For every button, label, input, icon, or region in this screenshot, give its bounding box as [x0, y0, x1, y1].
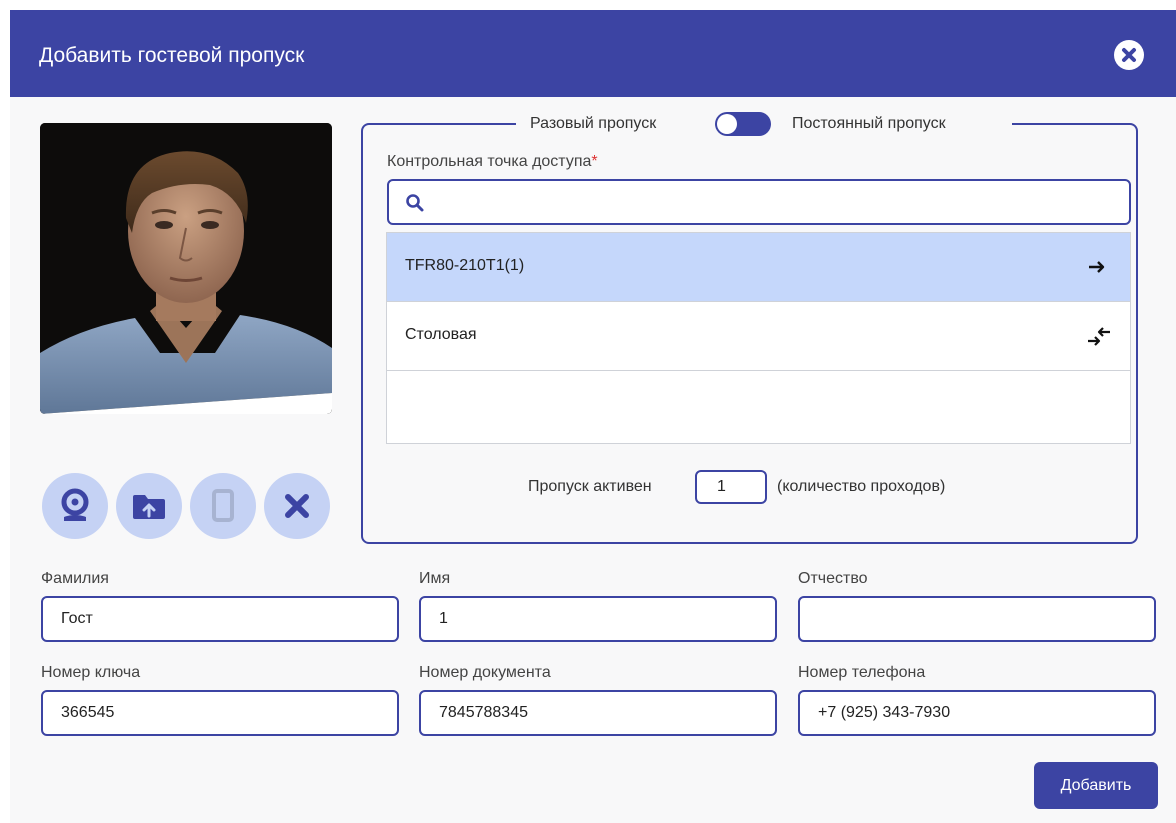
- list-item-stolovaya[interactable]: Столовая: [387, 302, 1130, 371]
- list-item-tfr80[interactable]: TFR80-210T1(1): [387, 233, 1130, 302]
- required-mark: *: [591, 153, 598, 170]
- webcam-icon: [61, 488, 89, 521]
- pass-active-row: Пропуск активен (количество проходов): [528, 470, 1048, 504]
- close-dialog-button[interactable]: [1114, 40, 1144, 70]
- add-guest-pass-dialog: Добавить гостевой пропуск Разовый пропус…: [10, 10, 1176, 823]
- pass-count-input[interactable]: [695, 470, 767, 504]
- list-item-name: TFR80-210T1(1): [405, 257, 525, 274]
- switch-knob: [717, 114, 737, 134]
- pass-type-switch[interactable]: [715, 112, 771, 136]
- close-icon: [285, 494, 309, 518]
- first-name-field[interactable]: [419, 596, 777, 642]
- guest-portrait-image: [40, 123, 332, 414]
- access-point-label: Контрольная точка доступа*: [387, 153, 598, 171]
- phone-number-label: Номер телефона: [798, 664, 926, 681]
- arrow-right-icon: [1089, 261, 1105, 273]
- key-number-field[interactable]: [41, 690, 399, 736]
- pass-active-suffix: (количество проходов): [777, 478, 946, 495]
- folder-upload-icon: [133, 495, 165, 519]
- bidirectional-arrows-icon: [1088, 327, 1110, 346]
- pass-active-prefix: Пропуск активен: [528, 478, 652, 495]
- close-icon: [1122, 48, 1136, 62]
- access-point-list: TFR80-210T1(1) Столовая: [386, 232, 1131, 444]
- middle-name-label: Отчество: [798, 570, 868, 587]
- last-name-label: Фамилия: [41, 570, 109, 587]
- upload-folder-button[interactable]: [116, 473, 182, 539]
- search-input[interactable]: [433, 187, 1117, 219]
- middle-name-field[interactable]: [798, 596, 1156, 642]
- guest-photo: [40, 123, 332, 414]
- phone-number-field[interactable]: [798, 690, 1156, 736]
- add-button[interactable]: Добавить: [1034, 762, 1158, 809]
- dialog-title: Добавить гостевой пропуск: [39, 44, 305, 67]
- dialog-header: Добавить гостевой пропуск: [10, 10, 1176, 97]
- webcam-button[interactable]: [42, 473, 108, 539]
- document-number-field[interactable]: [419, 690, 777, 736]
- document-number-label: Номер документа: [419, 664, 551, 681]
- access-point-search[interactable]: [387, 179, 1131, 225]
- permanent-pass-label: Постоянный пропуск: [792, 115, 946, 132]
- search-icon: [406, 194, 424, 212]
- remove-photo-button[interactable]: [264, 473, 330, 539]
- access-point-label-text: Контрольная точка доступа: [387, 153, 592, 170]
- card-icon: [212, 489, 234, 522]
- pass-type-toggle-row: Разовый пропуск Постоянный пропуск: [516, 107, 1012, 141]
- first-name-label: Имя: [419, 570, 451, 587]
- last-name-field[interactable]: [41, 596, 399, 642]
- list-item-name: Столовая: [405, 326, 477, 343]
- key-number-label: Номер ключа: [41, 664, 141, 681]
- card-button[interactable]: [190, 473, 256, 539]
- one-time-pass-label: Разовый пропуск: [530, 115, 657, 132]
